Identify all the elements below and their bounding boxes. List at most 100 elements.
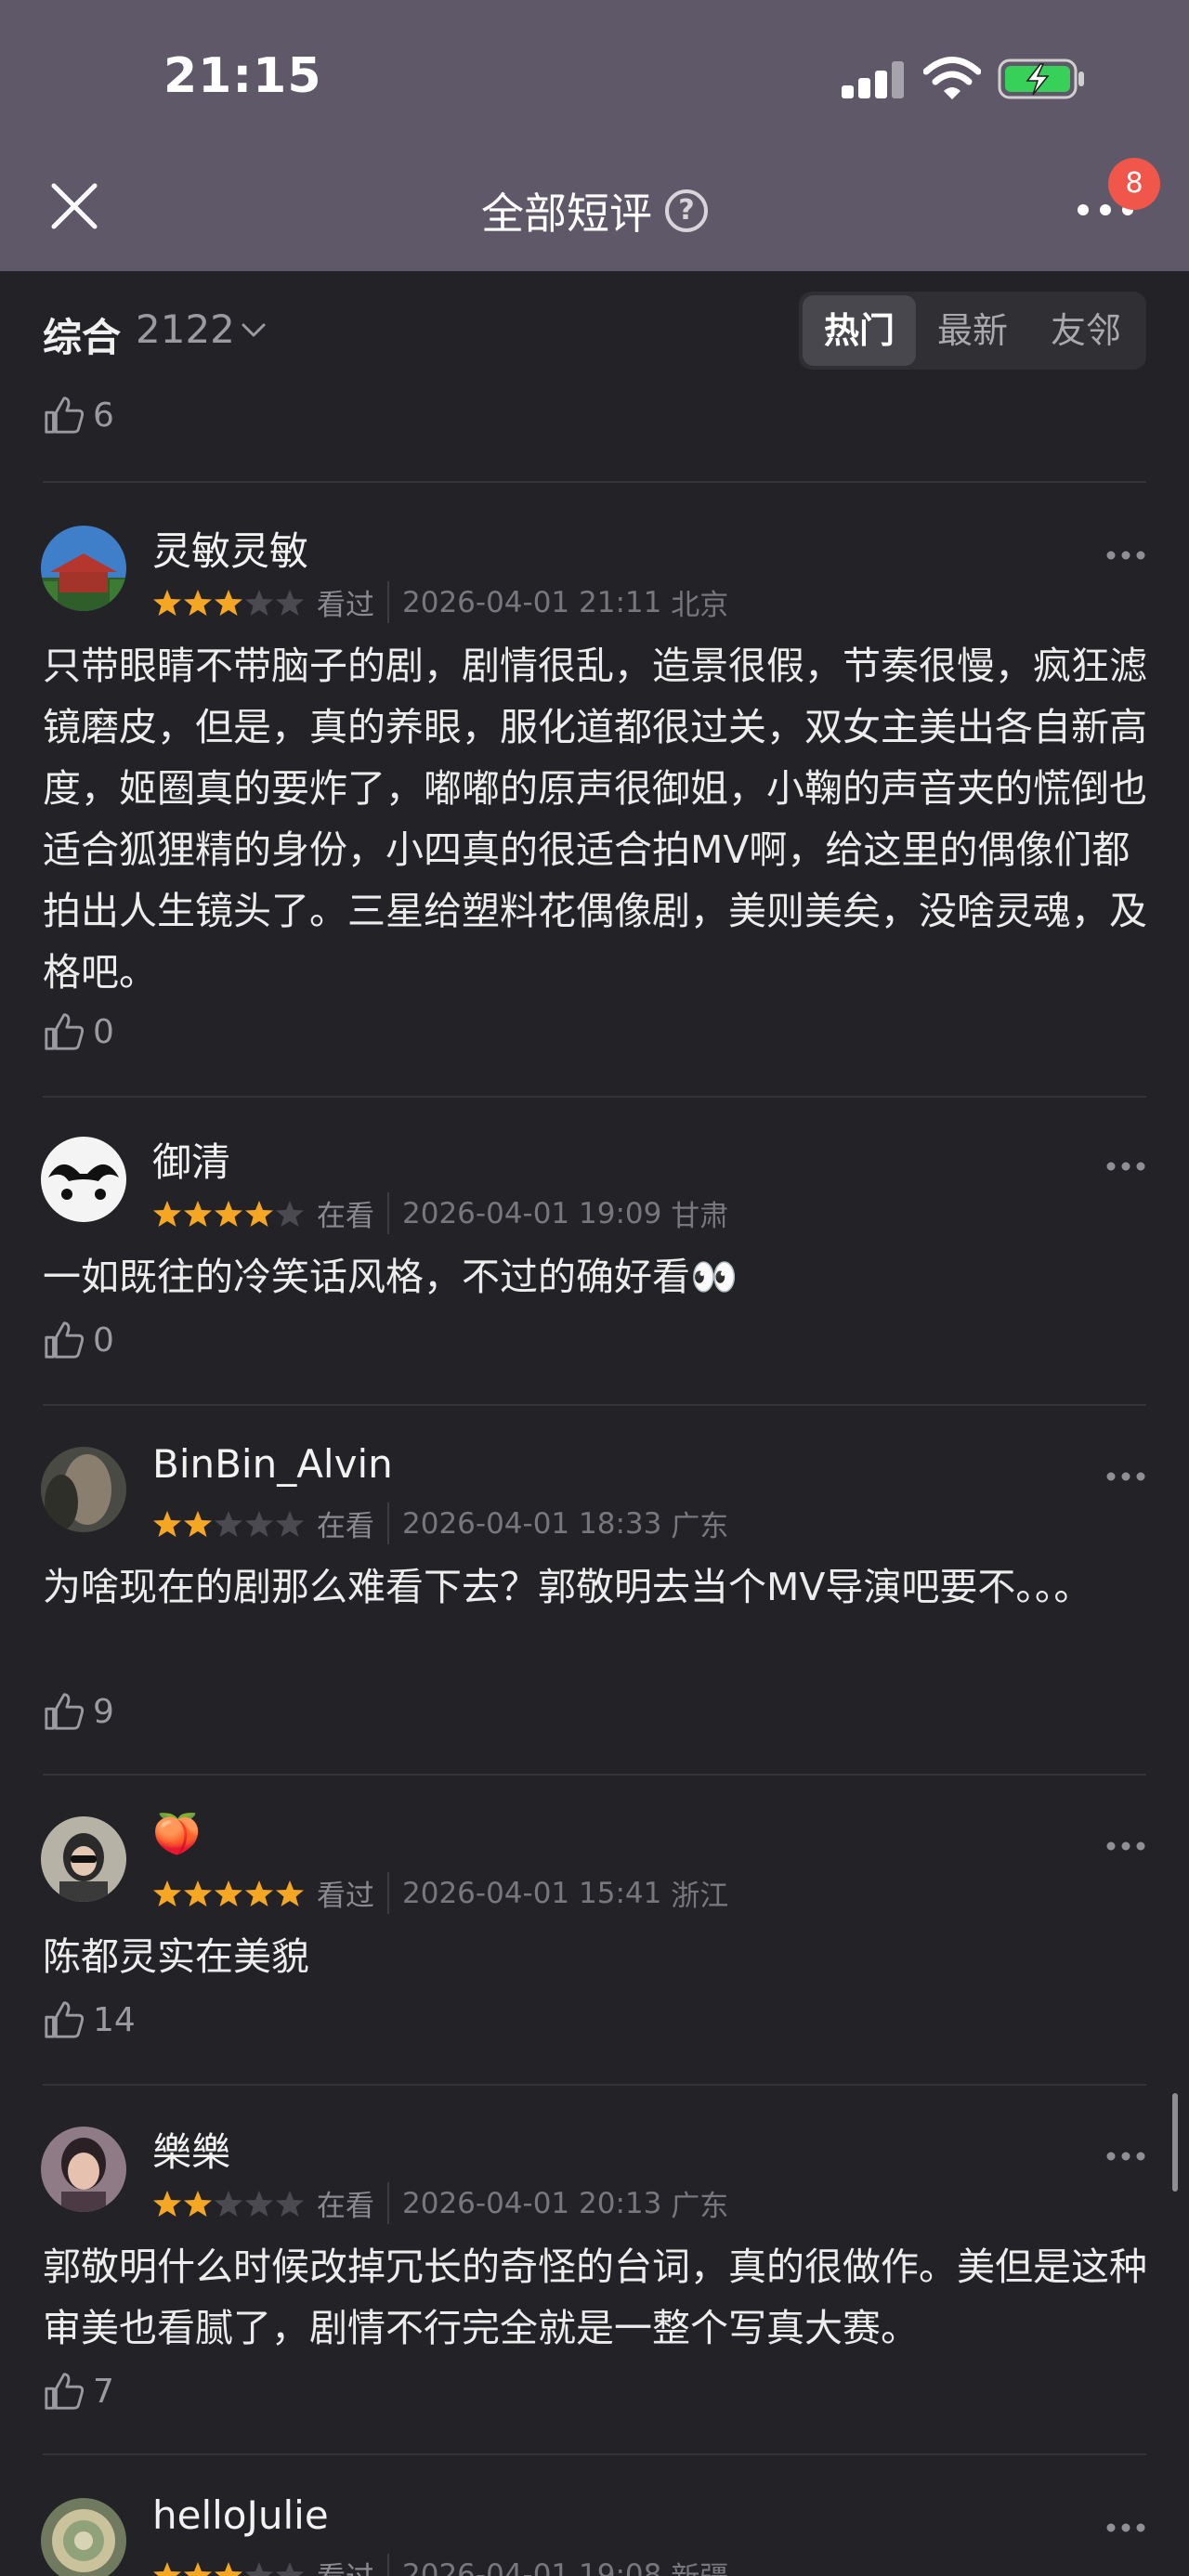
username[interactable]: helloJulie — [152, 2492, 329, 2538]
username[interactable]: 御清 — [152, 1131, 230, 1188]
like-count: 9 — [93, 1692, 114, 1731]
review-text: 为啥现在的剧那么难看下去？郭敬明去当个MV导演吧要不。。。 — [43, 1565, 1092, 1609]
status-time: 21:15 — [163, 48, 322, 104]
more-dots-icon[interactable] — [1105, 2151, 1146, 2162]
review-meta: 看过 2026-04-01 15:41 浙江 — [152, 1872, 728, 1914]
more-dots-icon[interactable] — [1105, 1161, 1146, 1172]
review-datetime: 2026-04-01 19:08 — [402, 2557, 662, 2576]
like-count: 14 — [93, 2000, 136, 2039]
chevron-down-icon[interactable] — [240, 316, 268, 344]
divider — [43, 1774, 1146, 1776]
star-rating — [152, 1879, 306, 1908]
thumbs-up-icon — [45, 1321, 85, 1359]
avatar[interactable] — [41, 1816, 126, 1902]
like-button[interactable]: 7 — [43, 2370, 114, 2413]
review-meta: 看过 2026-04-01 21:11 北京 — [152, 581, 728, 623]
review-location: 广东 — [671, 2190, 729, 2223]
more-dots-icon[interactable] — [1105, 2522, 1146, 2533]
star-rating — [152, 1199, 306, 1229]
review-count[interactable]: 2122 — [136, 306, 235, 352]
divider — [43, 481, 1146, 483]
review-text: 郭敬明什么时候改掉冗长的奇怪的台词，真的很做作。美但是这种审美也看腻了，剧情不行… — [43, 2244, 1147, 2350]
star-icon — [215, 589, 242, 616]
divider — [43, 1404, 1146, 1406]
star-icon — [215, 2561, 242, 2576]
thumbs-up-icon — [45, 1013, 85, 1050]
like-count: 0 — [93, 1012, 114, 1051]
like-button[interactable]: 0 — [43, 1010, 114, 1053]
star-icon — [153, 2561, 181, 2576]
like-button[interactable]: 6 — [43, 394, 114, 436]
like-button[interactable]: 0 — [43, 1319, 114, 1361]
more-dots-icon[interactable] — [1105, 1841, 1146, 1852]
review-meta: 在看 2026-04-01 19:09 甘肃 — [152, 1192, 728, 1234]
divider — [43, 2084, 1146, 2086]
star-icon — [276, 1510, 304, 1537]
star-icon — [245, 589, 273, 616]
review-location: 北京 — [671, 589, 729, 622]
star-icon — [215, 1200, 242, 1227]
cellular-signal-icon — [842, 61, 905, 98]
star-icon — [245, 2561, 273, 2576]
watch-status: 看过 — [317, 581, 389, 623]
username[interactable]: 樂樂 — [152, 2121, 230, 2178]
username[interactable]: BinBin_Alvin — [152, 1441, 393, 1487]
tab-friends[interactable]: 友邻 — [1029, 295, 1143, 366]
divider — [43, 2453, 1146, 2455]
like-button[interactable]: 14 — [43, 1998, 136, 2041]
more-dots-icon[interactable] — [1105, 550, 1146, 561]
star-icon — [276, 1200, 304, 1227]
star-icon — [184, 1510, 212, 1537]
review-datetime: 2026-04-01 19:09 — [402, 1196, 662, 1230]
review-meta: 在看 2026-04-01 20:13 广东 — [152, 2182, 728, 2224]
tab-hot[interactable]: 热门 — [803, 295, 916, 366]
star-icon — [215, 1510, 242, 1537]
star-icon — [184, 1880, 212, 1906]
avatar[interactable] — [41, 526, 126, 611]
like-button[interactable]: 9 — [43, 1690, 114, 1733]
watch-status: 在看 — [317, 1192, 389, 1234]
star-icon — [276, 2190, 304, 2217]
avatar[interactable] — [41, 1137, 126, 1222]
battery-charging-icon — [998, 59, 1084, 99]
thumbs-up-icon — [45, 2373, 85, 2410]
watch-status: 看过 — [317, 2554, 389, 2576]
star-icon — [245, 1510, 273, 1537]
star-icon — [215, 2190, 242, 2217]
star-icon — [153, 1880, 181, 1906]
star-icon — [245, 1200, 273, 1227]
page-title: 全部短评? — [0, 180, 1189, 241]
thumbs-up-icon — [45, 1693, 85, 1730]
review-text: 陈都灵实在美貌 — [43, 1934, 309, 1979]
star-icon — [276, 2561, 304, 2576]
review-location: 浙江 — [671, 1880, 729, 1913]
notification-badge: 8 — [1108, 158, 1160, 210]
like-count: 7 — [93, 2372, 114, 2411]
review-text: 一如既往的冷笑话风格，不过的确好看👀 — [43, 1255, 738, 1299]
tab-latest[interactable]: 最新 — [916, 295, 1029, 366]
review-datetime: 2026-04-01 15:41 — [402, 1876, 662, 1910]
username[interactable]: 灵敏灵敏 — [152, 520, 308, 577]
star-icon — [245, 1880, 273, 1906]
star-rating — [152, 588, 306, 618]
watch-status: 在看 — [317, 2182, 389, 2224]
avatar[interactable] — [41, 1447, 126, 1532]
username[interactable]: 🍑 — [152, 1811, 201, 1857]
star-rating — [152, 2560, 306, 2576]
more-dots-icon[interactable] — [1105, 1471, 1146, 1482]
avatar[interactable] — [41, 2127, 126, 2212]
star-rating — [152, 2189, 306, 2218]
sort-tabs: 热门 最新 友邻 — [799, 292, 1146, 370]
watch-status: 在看 — [317, 1503, 389, 1544]
scrollbar-thumb[interactable] — [1172, 2093, 1178, 2192]
review-location: 甘肃 — [671, 1200, 729, 1233]
star-icon — [245, 2190, 273, 2217]
review-datetime: 2026-04-01 18:33 — [402, 1506, 662, 1541]
like-count: 0 — [93, 1321, 114, 1360]
avatar[interactable] — [41, 2498, 126, 2576]
review-meta: 在看 2026-04-01 18:33 广东 — [152, 1503, 728, 1544]
star-icon — [184, 2561, 212, 2576]
question-circle-icon[interactable]: ? — [665, 189, 708, 232]
star-icon — [153, 2190, 181, 2217]
sort-dropdown-label[interactable]: 综合 — [43, 306, 121, 363]
